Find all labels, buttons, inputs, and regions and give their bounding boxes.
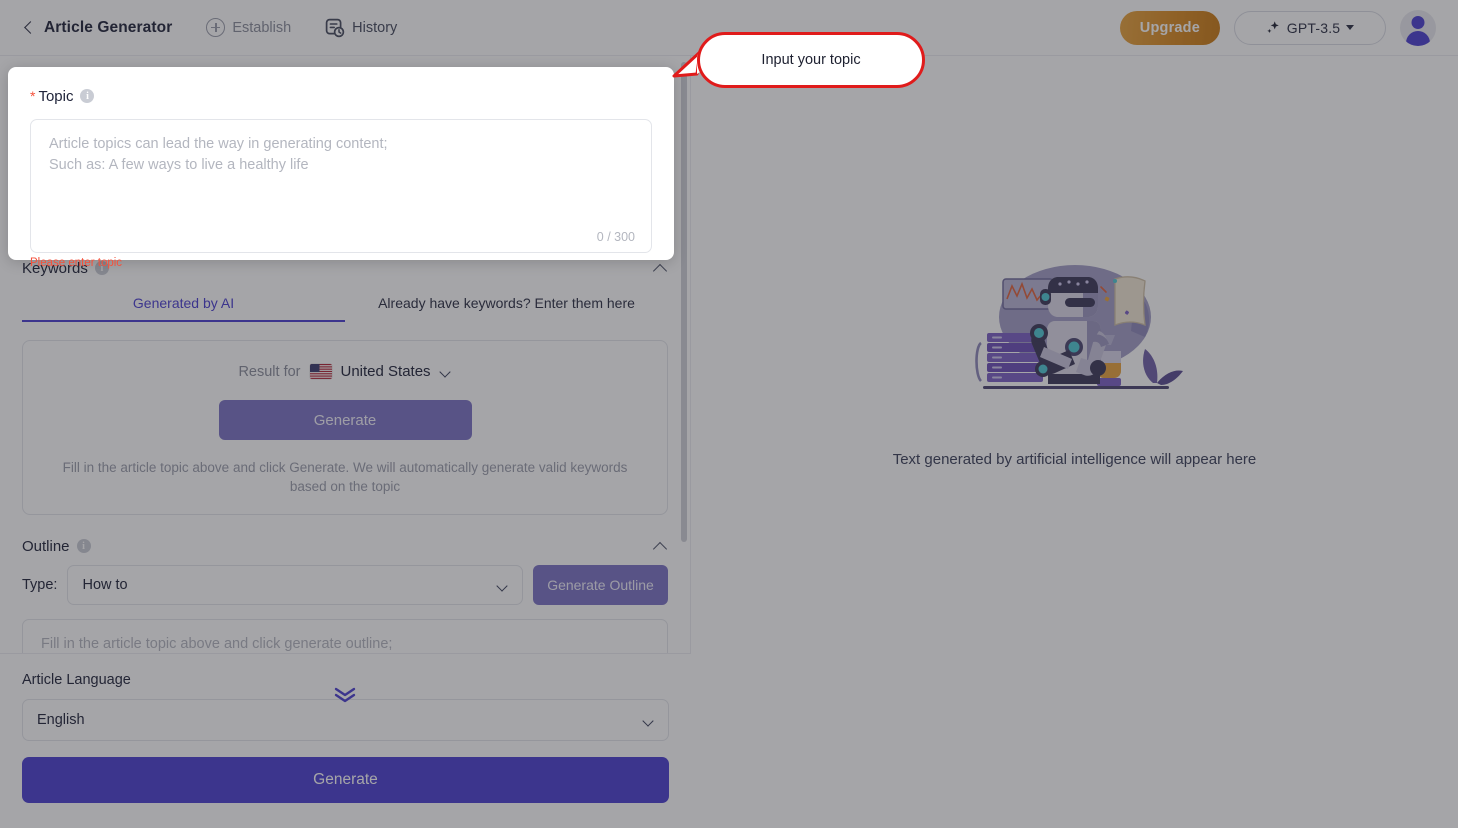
tooltip-callout: Input your topic [672, 32, 925, 88]
page-title: Article Generator [44, 18, 173, 36]
sparkle-icon [1266, 20, 1281, 35]
topic-spotlight-card: * Topic i Article topics can lead the wa… [8, 67, 674, 269]
info-icon[interactable]: i [76, 539, 91, 553]
us-flag-icon [309, 364, 332, 379]
callout-text: Input your topic [761, 52, 861, 68]
ai-robot-illustration [965, 251, 1185, 411]
preview-empty-text: Text generated by artificial intelligenc… [892, 451, 1257, 468]
outline-section-header: Outline i [22, 529, 668, 563]
upgrade-button[interactable]: Upgrade [1119, 10, 1220, 45]
chevron-down-icon [440, 366, 452, 378]
chevron-up-icon[interactable] [652, 260, 668, 276]
topic-placeholder-line-1: Article topics can lead the way in gener… [49, 136, 388, 152]
keywords-card: Result for United States Generate Fill i… [22, 340, 668, 515]
topic-error-message: Please enter topic [30, 257, 123, 269]
topic-block-highlighted: Article topics can lead the way in gener… [30, 109, 652, 270]
nav-item-history[interactable]: History [325, 18, 397, 38]
nav-label-history: History [352, 19, 398, 36]
generate-article-button[interactable]: Generate [22, 757, 669, 803]
topic-char-counter: 0 / 300 [596, 230, 635, 244]
outline-input[interactable]: Fill in the article topic above and clic… [22, 619, 668, 653]
tab-generated-by-ai[interactable]: Generated by AI [22, 289, 345, 322]
model-selector[interactable]: GPT-3.5 [1234, 10, 1386, 45]
plus-circle-icon [206, 18, 226, 37]
topic-input-highlighted[interactable]: Article topics can lead the way in gener… [30, 119, 652, 253]
keywords-tabs: Generated by AI Already have keywords? E… [22, 289, 668, 322]
user-avatar-icon[interactable] [1400, 9, 1436, 46]
topic-label: Topic [38, 87, 74, 105]
generate-outline-button[interactable]: Generate Outline [533, 565, 668, 605]
chevron-left-icon[interactable] [22, 21, 36, 35]
chevron-down-icon [1346, 25, 1355, 30]
chevron-up-icon[interactable] [652, 538, 668, 554]
preview-panel: Text generated by artificial intelligenc… [691, 56, 1458, 828]
scrollbar-thumb[interactable] [681, 62, 687, 542]
keywords-hint: Fill in the article topic above and clic… [62, 460, 628, 494]
outline-type-value: How to [82, 577, 128, 593]
outline-type-row: Type: How to Generate Outline [22, 565, 668, 605]
info-icon[interactable]: i [80, 89, 95, 103]
chevron-down-icon [496, 580, 508, 592]
article-language-value: English [37, 712, 85, 728]
form-footer: Article Language English Generate [0, 653, 691, 828]
tab-enter-keywords[interactable]: Already have keywords? Enter them here [345, 289, 668, 322]
double-chevron-down-icon[interactable] [331, 684, 359, 706]
generate-keywords-button[interactable]: Generate [218, 400, 472, 440]
nav-label-establish: Establish [232, 19, 292, 36]
outline-placeholder-line-1: Fill in the article topic above and clic… [41, 636, 393, 652]
topic-placeholder-line-2: Such as: A few ways to live a healthy li… [49, 157, 309, 173]
topic-section-header-highlighted: * Topic i [30, 83, 652, 109]
model-label: GPT-3.5 [1286, 19, 1341, 36]
country-name: United States [340, 363, 431, 380]
required-star: * [30, 88, 36, 104]
outline-type-label: Type: [22, 577, 58, 593]
country-selector[interactable]: Result for United States [49, 363, 641, 380]
outline-type-select[interactable]: How to [67, 565, 523, 605]
result-for-label: Result for [238, 363, 301, 380]
scrollbar-track[interactable] [681, 62, 687, 647]
app-root: Article Generator Establish History Upgr… [0, 0, 1458, 828]
nav-item-establish[interactable]: Establish [206, 18, 291, 37]
top-bar-actions: Upgrade GPT-3.5 [1119, 9, 1436, 46]
callout-body: Input your topic [697, 32, 925, 88]
outline-label: Outline [22, 537, 70, 555]
chevron-down-icon [642, 715, 654, 727]
history-document-icon [325, 18, 345, 38]
